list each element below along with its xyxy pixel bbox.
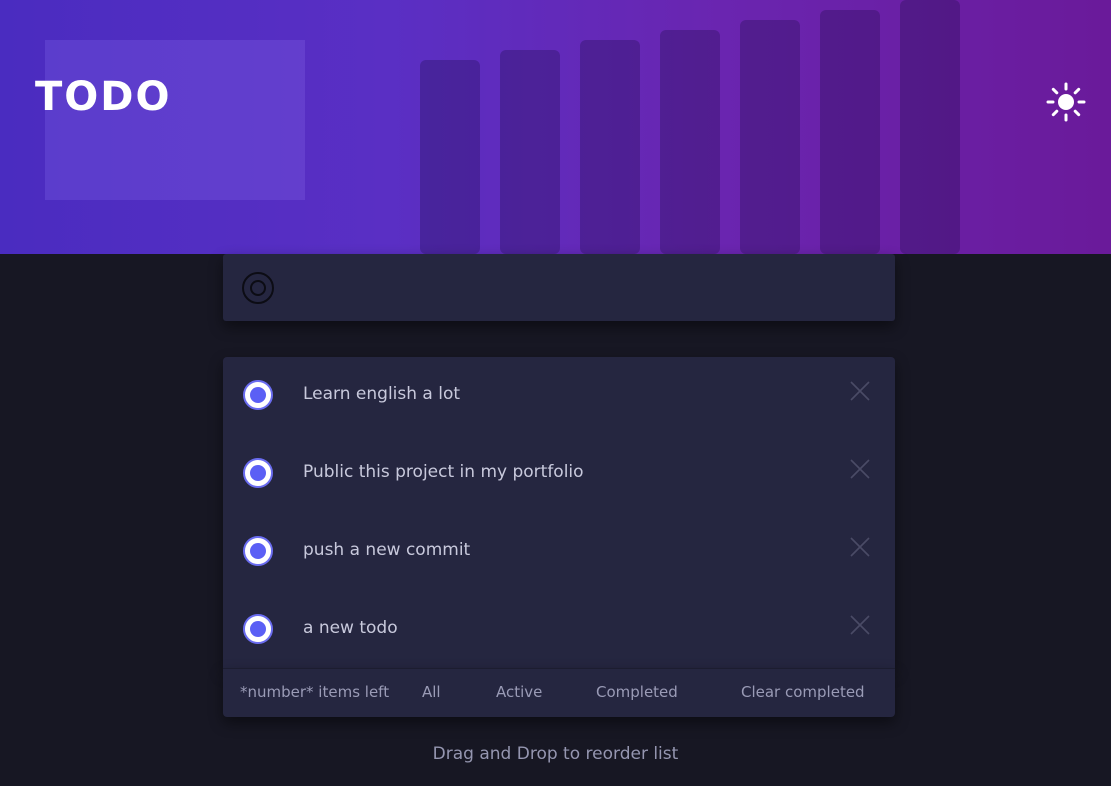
filter-all-button[interactable]: All — [422, 682, 441, 702]
banner-arch — [420, 60, 480, 254]
check-mark-icon — [250, 465, 266, 481]
todo-item[interactable]: push a new commit — [223, 513, 895, 591]
sun-icon — [1046, 82, 1086, 122]
filter-completed-button[interactable]: Completed — [596, 682, 678, 702]
banner-arch — [900, 0, 960, 254]
delete-icon[interactable] — [849, 458, 871, 480]
header-banner — [0, 0, 1111, 254]
todo-item[interactable]: Learn english a lot — [223, 357, 895, 435]
items-left-count: *number* items left — [240, 683, 390, 701]
banner-arch — [500, 50, 560, 254]
filter-active-button[interactable]: Active — [496, 682, 542, 702]
todo-item[interactable]: a new todo — [223, 591, 895, 669]
todo-text[interactable]: a new todo — [303, 616, 398, 640]
delete-icon[interactable] — [849, 614, 871, 636]
new-todo-checkbox-inner — [250, 280, 266, 296]
delete-icon[interactable] — [849, 536, 871, 558]
drag-drop-hint: Drag and Drop to reorder list — [432, 744, 679, 764]
todo-checkbox[interactable] — [243, 380, 273, 410]
todo-text[interactable]: push a new commit — [303, 538, 470, 562]
todo-checkbox[interactable] — [243, 614, 273, 644]
clear-completed-button[interactable]: Clear completed — [741, 682, 865, 702]
banner-arch — [820, 10, 880, 254]
todo-text[interactable]: Public this project in my portfolio — [303, 460, 584, 484]
delete-icon[interactable] — [849, 380, 871, 402]
banner-arch — [580, 40, 640, 254]
check-mark-icon — [250, 621, 266, 637]
theme-toggle-button[interactable] — [1046, 82, 1086, 122]
check-mark-icon — [250, 543, 266, 559]
check-mark-icon — [250, 387, 266, 403]
banner-arch — [740, 20, 800, 254]
todo-item[interactable]: Public this project in my portfolio — [223, 435, 895, 513]
banner-arch — [660, 30, 720, 254]
new-todo-input[interactable] — [300, 270, 864, 308]
todo-text[interactable]: Learn english a lot — [303, 382, 460, 406]
app-title: TODO — [35, 74, 172, 120]
todo-checkbox[interactable] — [243, 536, 273, 566]
new-todo-checkbox[interactable] — [242, 272, 274, 304]
todo-checkbox[interactable] — [243, 458, 273, 488]
